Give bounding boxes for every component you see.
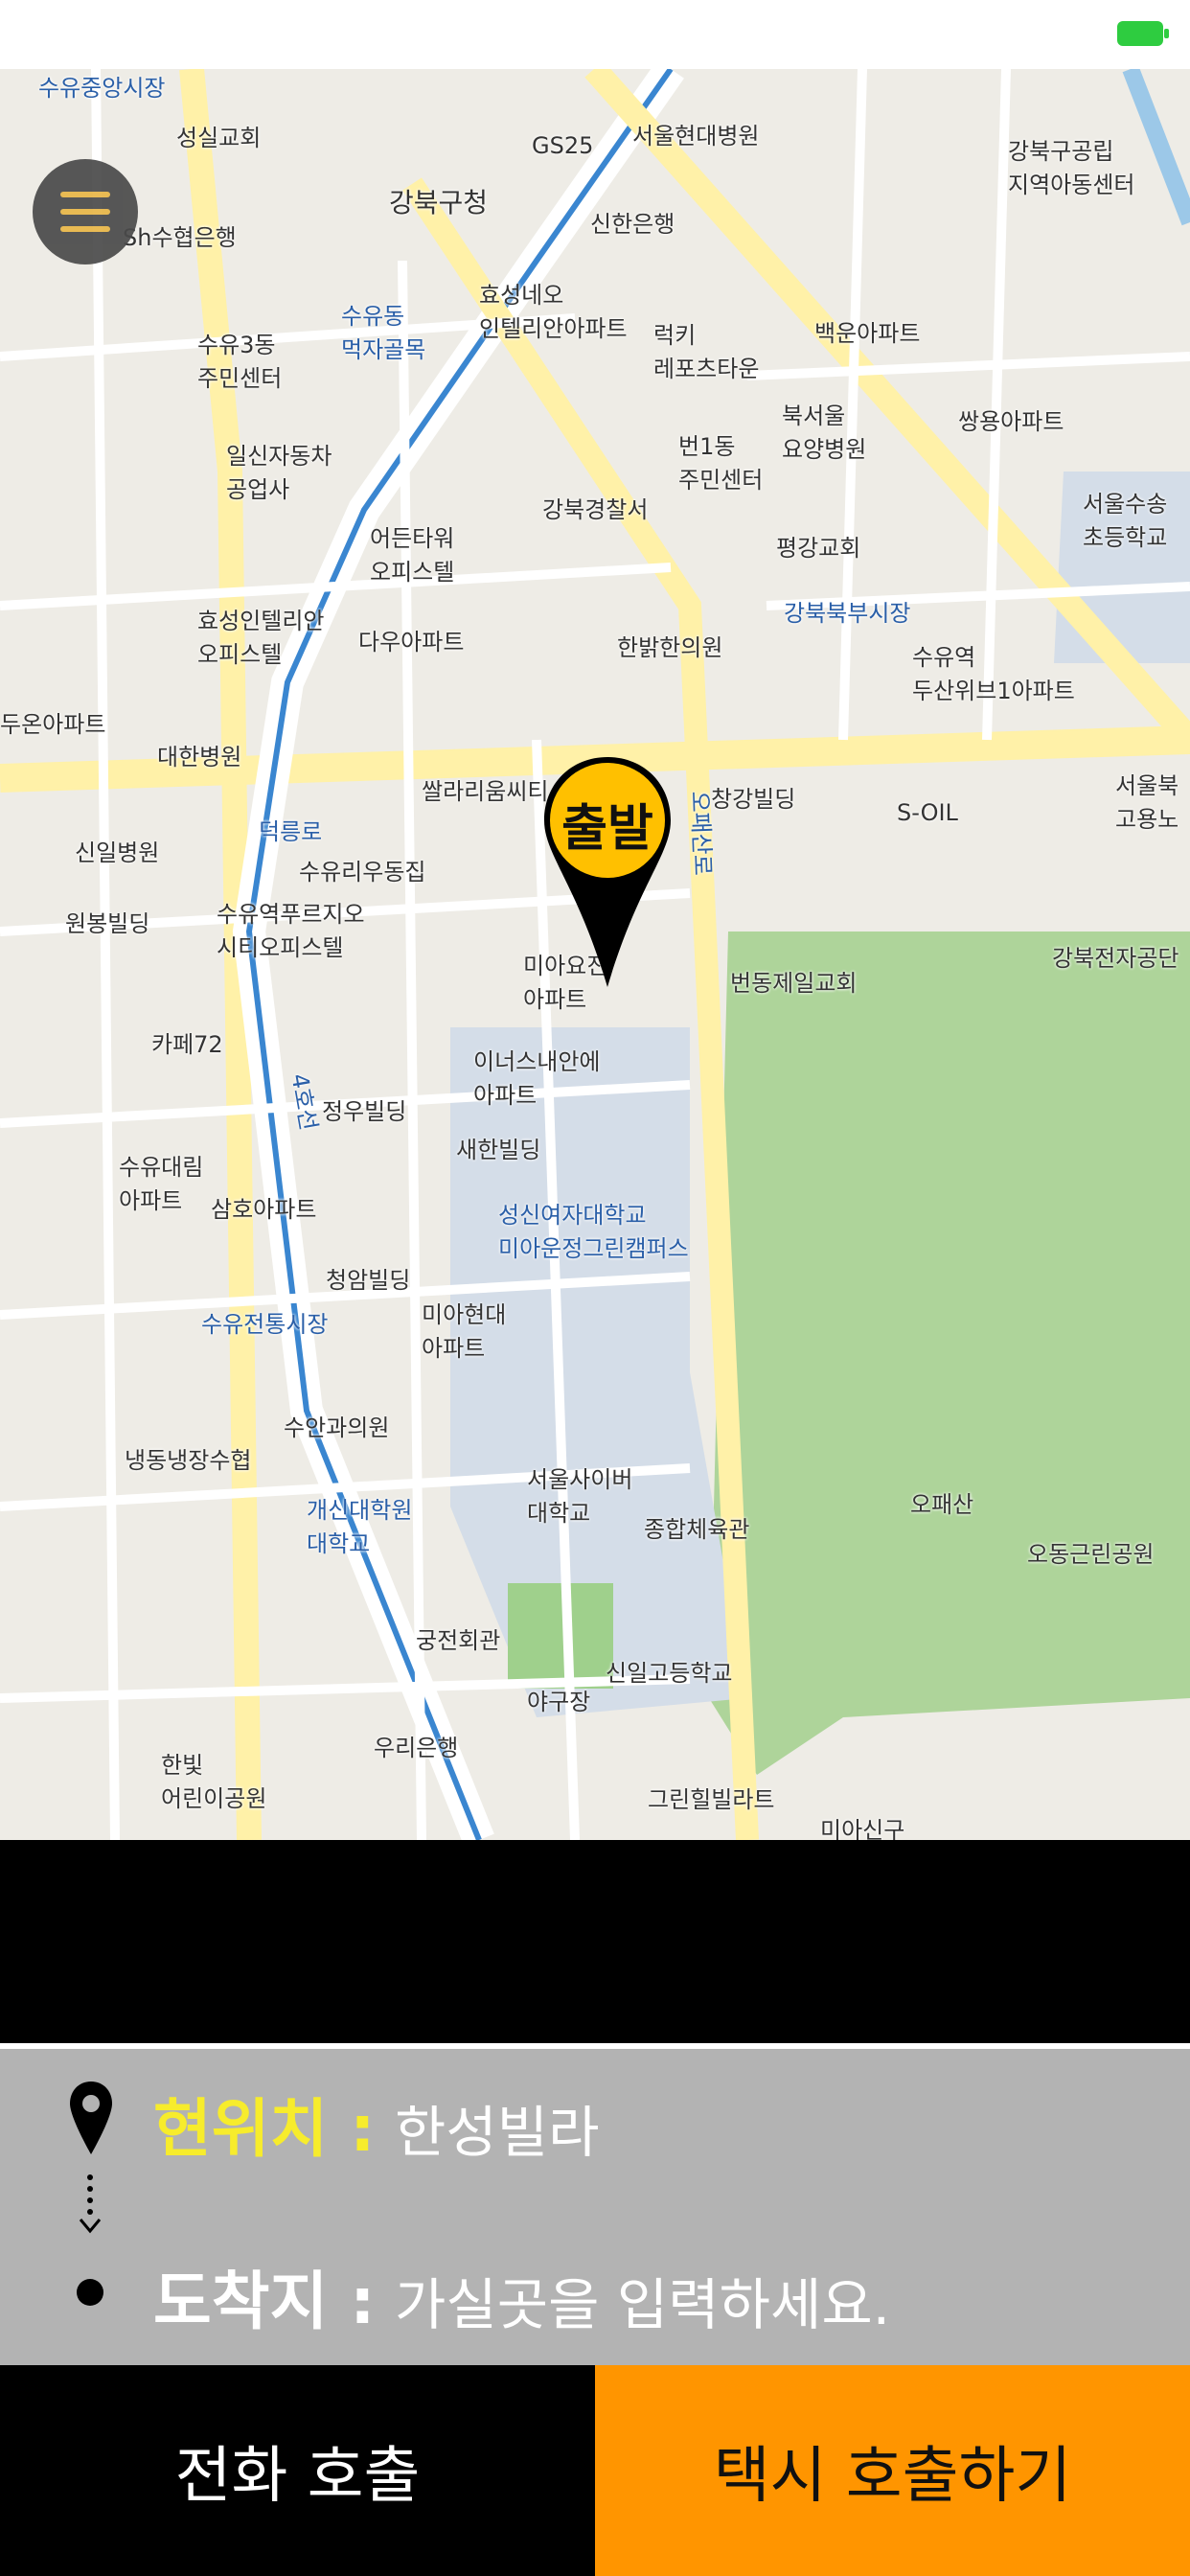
destination-label: 도착지 :: [153, 2265, 376, 2338]
route-dots-icon: [79, 2174, 102, 2234]
park-area: [709, 932, 1190, 1775]
pin-label: 출발: [561, 799, 653, 858]
destination-row[interactable]: 도착지 : 가실곳을 입력하세요.: [0, 2241, 1190, 2346]
battery-charging-icon: [1117, 21, 1169, 46]
trip-info-panel: 현위치 : 한성빌라 도착지 : 가실곳을 입력하세요.: [0, 2049, 1190, 2365]
status-bar: [0, 0, 1190, 69]
current-location-label: 현위치 :: [153, 2092, 376, 2166]
destination-dot-icon: [77, 2279, 103, 2306]
call-taxi-button[interactable]: 택시 호출하기: [595, 2365, 1190, 2576]
map-view[interactable]: 수유중앙시장 성실교회 GS25 서울현대병원 강북구공립 지역아동센터 강북구청…: [0, 69, 1190, 1840]
departure-pin[interactable]: 출발: [538, 751, 676, 991]
destination-input[interactable]: 가실곳을 입력하세요.: [395, 2260, 890, 2340]
divider-band: [0, 1840, 1190, 2043]
phone-call-button[interactable]: 전화 호출: [0, 2365, 595, 2576]
field-area: [508, 1583, 613, 1689]
hamburger-menu-icon: [60, 192, 110, 197]
current-location-value: 한성빌라: [395, 2100, 600, 2165]
current-location-row[interactable]: 현위치 : 한성빌라: [0, 2068, 1190, 2174]
menu-button[interactable]: [33, 159, 138, 264]
location-pin-icon: [70, 2082, 112, 2154]
